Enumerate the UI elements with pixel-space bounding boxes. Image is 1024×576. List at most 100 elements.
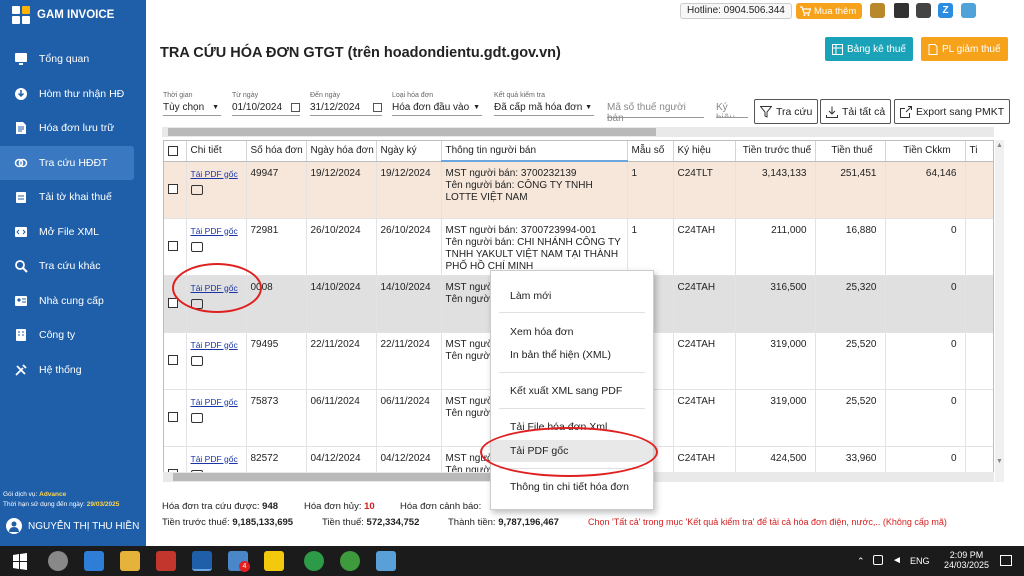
app-icon[interactable] <box>156 551 176 571</box>
time-select[interactable]: Tùy chọn ▼ <box>163 100 221 116</box>
printer-icon[interactable] <box>190 241 203 252</box>
pretax-amount: 211,000 <box>735 218 816 276</box>
sidebar-item[interactable]: Tra cứu khác <box>0 249 146 284</box>
col-header[interactable]: Tiền trước thuế <box>735 141 816 162</box>
invoice-type-select[interactable]: Hóa đơn đầu vào ▼ <box>392 100 482 116</box>
table-row[interactable]: Tải PDF gốc 49947 19/12/2024 19/12/2024 MST … <box>164 161 993 219</box>
row-checkbox[interactable] <box>168 354 178 365</box>
scroll-up-icon[interactable]: ▲ <box>996 142 1003 149</box>
dropbox-icon[interactable] <box>84 551 104 571</box>
export-button[interactable]: Export sang PMKT <box>894 99 1011 124</box>
sidebar-item[interactable]: Hòm thư nhận HĐ <box>0 77 146 112</box>
app-green-icon[interactable] <box>340 551 360 571</box>
check-result-select[interactable]: Đã cấp mã hóa đơn ▼ <box>494 100 594 116</box>
from-date-input[interactable]: 01/10/2024 <box>232 100 300 116</box>
sidebar-item[interactable]: Tải tờ khai thuế <box>0 180 146 215</box>
download-original-pdf-link[interactable]: Tải PDF gốc <box>191 168 242 180</box>
table-header: Chi tiết Số hóa đơn Ngày hóa đơn Ngày ký… <box>164 141 993 162</box>
zalo-icon[interactable]: Z <box>938 3 953 18</box>
scroll-down-icon[interactable]: ▼ <box>996 458 1003 465</box>
search-button[interactable]: Tra cứu <box>754 99 819 124</box>
col-header[interactable]: Tiền Ckkm <box>885 141 966 162</box>
search-icon[interactable] <box>48 551 68 571</box>
symbol: C24TAH <box>673 218 736 276</box>
language-indicator[interactable]: ENG <box>910 556 930 566</box>
download-all-button[interactable]: Tải tất cả <box>820 99 892 124</box>
chevron-up-icon[interactable]: ⌃ <box>857 556 865 567</box>
settings-icon[interactable] <box>961 3 976 18</box>
export-icon <box>900 105 912 118</box>
clock[interactable]: 2:09 PM 24/03/2025 <box>944 550 989 570</box>
row-select-cell <box>164 389 187 447</box>
notifications-icon[interactable] <box>1000 555 1012 566</box>
col-header[interactable]: Tiền thuế <box>815 141 886 162</box>
sidebar-item[interactable]: Nhà cung cấp <box>0 284 146 319</box>
chat-app-icon[interactable]: 4 <box>228 551 250 572</box>
download-original-pdf-link[interactable]: Tải PDF gốc <box>191 396 242 408</box>
tax-list-button[interactable]: Bảng kê thuế <box>825 37 913 61</box>
select-all-header[interactable] <box>164 141 187 162</box>
menu-item-xml-to-pdf[interactable]: Kết xuất XML sang PDF <box>491 380 653 402</box>
discount-amount: 0 <box>885 275 966 333</box>
file-explorer-icon[interactable] <box>120 551 140 571</box>
table-row[interactable]: Tải PDF gốc 72981 26/10/2024 26/10/2024 MST … <box>164 218 993 276</box>
volume-icon[interactable]: ◄ <box>892 555 902 566</box>
calendar-icon[interactable] <box>373 103 382 112</box>
xml-icon <box>14 225 28 239</box>
tax-reduction-button[interactable]: PL giảm thuế <box>921 37 1008 61</box>
sidebar-item[interactable]: Hệ thống <box>0 353 146 388</box>
sidebar-item[interactable]: Hóa đơn lưu trữ <box>0 111 146 146</box>
download-original-pdf-link[interactable]: Tải PDF gốc <box>191 225 242 237</box>
windows-start-icon[interactable] <box>10 551 30 571</box>
horizontal-scrollbar[interactable] <box>162 127 994 137</box>
sidebar-item[interactable]: Tổng quan <box>0 42 146 77</box>
battery-icon[interactable] <box>873 555 883 565</box>
sidebar-item[interactable]: Mở File XML <box>0 215 146 250</box>
select-all-checkbox[interactable] <box>168 145 178 156</box>
sidebar-item[interactable]: Công ty <box>0 318 146 353</box>
download-original-pdf-link[interactable]: Tải PDF gốc <box>191 453 242 465</box>
download-original-pdf-link[interactable]: Tải PDF gốc <box>191 339 242 351</box>
form-number: 1 <box>627 161 674 219</box>
gam-invoice-taskbar-icon[interactable] <box>192 551 212 571</box>
col-header[interactable]: Số hóa đơn <box>246 141 307 162</box>
col-header[interactable]: Chi tiết <box>186 141 247 162</box>
col-header[interactable]: Ngày ký <box>376 141 442 162</box>
money-bag-icon[interactable] <box>870 3 885 18</box>
scrollbar-thumb[interactable] <box>168 128 656 136</box>
from-date-label: Từ ngày <box>232 92 259 99</box>
paint-icon[interactable] <box>376 551 396 571</box>
symbol-input[interactable]: Ký hiệu <box>716 102 748 118</box>
printer-icon[interactable] <box>190 355 203 366</box>
menu-separator <box>499 408 645 409</box>
col-header[interactable]: Ti <box>965 141 993 162</box>
summary-total-value: 9,787,196,467 <box>498 517 559 528</box>
menu-item-print-xml[interactable]: In bản thể hiện (XML) <box>491 344 653 366</box>
col-header[interactable]: Ngày hóa đơn <box>306 141 377 162</box>
to-date-input[interactable]: 31/12/2024 <box>310 100 382 116</box>
row-checkbox[interactable] <box>168 240 178 251</box>
vertical-scrollbar[interactable]: ▲ ▼ <box>995 140 1004 482</box>
row-checkbox[interactable] <box>168 183 178 194</box>
printer-icon[interactable] <box>190 184 203 195</box>
row-checkbox[interactable] <box>168 411 178 422</box>
col-header[interactable]: Ký hiệu <box>673 141 736 162</box>
sidebar-item[interactable]: Tra cứu HĐĐT <box>0 145 134 180</box>
col-header[interactable]: Thông tin người bán <box>441 141 628 162</box>
user-profile[interactable]: NGUYỄN THỊ THU HIỀN <box>6 518 139 534</box>
chrome-icon[interactable] <box>304 551 324 571</box>
edit-icon[interactable] <box>916 3 931 18</box>
calendar-icon[interactable] <box>291 103 300 112</box>
menu-item-invoice-details[interactable]: Thông tin chi tiết hóa đơn <box>491 476 653 498</box>
download-all-label: Tải tất cả <box>842 105 886 118</box>
menu-item-refresh[interactable]: Làm mới <box>491 285 653 307</box>
sticky-notes-icon[interactable] <box>264 551 284 571</box>
chat-help-icon[interactable] <box>894 3 909 18</box>
seller-tax-code-input[interactable]: Mã số thuế người bán <box>607 102 704 124</box>
buy-more-button[interactable]: Mua thêm <box>796 3 862 19</box>
col-header[interactable]: Mẫu số <box>627 141 674 162</box>
menu-item-view-invoice[interactable]: Xem hóa đơn <box>491 321 653 343</box>
page-title: TRA CỨU HÓA ĐƠN GTGT (trên hoadondientu.… <box>160 45 561 61</box>
printer-icon[interactable] <box>190 412 203 423</box>
symbol: C24TLT <box>673 161 736 219</box>
